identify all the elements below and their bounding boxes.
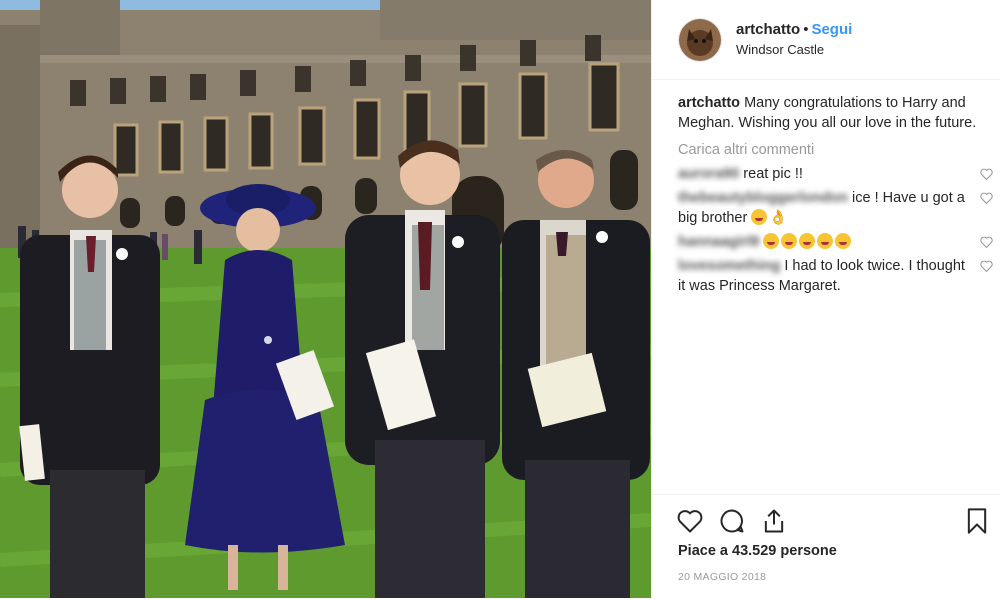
post-photo[interactable] bbox=[0, 0, 651, 598]
post-location[interactable]: Windsor Castle bbox=[736, 40, 852, 60]
comment-item: thebeautybloggerlondon ice ! Have u got … bbox=[678, 188, 993, 228]
post-container: artchatto • Segui Windsor Castle artchatto… bbox=[0, 0, 1000, 598]
comment-username[interactable]: hannaagirl8 bbox=[678, 234, 759, 250]
follow-button[interactable]: Segui bbox=[811, 21, 852, 38]
comment-item: hannaagirl8 bbox=[678, 232, 993, 252]
photo-image bbox=[0, 0, 651, 598]
heart-eyes-cat-emoji-icon bbox=[835, 233, 852, 249]
comment-heart-icon[interactable] bbox=[980, 260, 993, 272]
bookmark-icon[interactable] bbox=[963, 507, 991, 535]
heart-icon[interactable] bbox=[676, 507, 704, 535]
grin-emoji-icon bbox=[763, 233, 780, 249]
post-username[interactable]: artchatto bbox=[736, 21, 800, 38]
share-icon[interactable] bbox=[760, 507, 788, 535]
comment-text: reat pic !! bbox=[743, 166, 803, 182]
heart-eyes-cat-emoji-icon bbox=[781, 233, 798, 249]
caption-username[interactable]: artchatto bbox=[678, 95, 740, 111]
comment-heart-icon[interactable] bbox=[980, 236, 993, 248]
post-header: artchatto • Segui Windsor Castle bbox=[652, 0, 1000, 80]
comment-heart-icon[interactable] bbox=[980, 192, 993, 204]
load-more-comments-button[interactable]: Carica altri commenti bbox=[678, 140, 993, 160]
comment-username[interactable]: lovesomething bbox=[678, 258, 780, 274]
comment-heart-icon[interactable] bbox=[980, 168, 993, 180]
avatar[interactable] bbox=[678, 17, 722, 62]
post-sidebar: artchatto • Segui Windsor Castle artchatto… bbox=[651, 0, 1000, 598]
comment-item: lovesomething I had to look twice. I tho… bbox=[678, 256, 993, 296]
separator-dot: • bbox=[803, 20, 809, 38]
post-caption: artchatto Many congratulations to Harry … bbox=[678, 93, 993, 133]
heart-eyes-cat-emoji-icon bbox=[817, 233, 834, 249]
comments-section: artchatto Many congratulations to Harry … bbox=[678, 93, 993, 300]
sweat-smile-emoji-icon bbox=[751, 209, 768, 225]
heart-eyes-cat-emoji-icon bbox=[799, 233, 816, 249]
ok-hand-emoji-icon: 👌 bbox=[769, 210, 788, 226]
comment-item: aurora90 reat pic !! bbox=[678, 164, 993, 184]
comment-icon[interactable] bbox=[718, 507, 746, 535]
likes-count[interactable]: Piace a 43.529 persone bbox=[678, 543, 837, 559]
comment-username[interactable]: thebeautybloggerlondon bbox=[678, 190, 848, 206]
action-bar: Piace a 43.529 persone 20 MAGGIO 2018 bbox=[652, 494, 1000, 599]
comment-username[interactable]: aurora90 bbox=[678, 166, 739, 182]
post-date: 20 MAGGIO 2018 bbox=[678, 571, 767, 583]
